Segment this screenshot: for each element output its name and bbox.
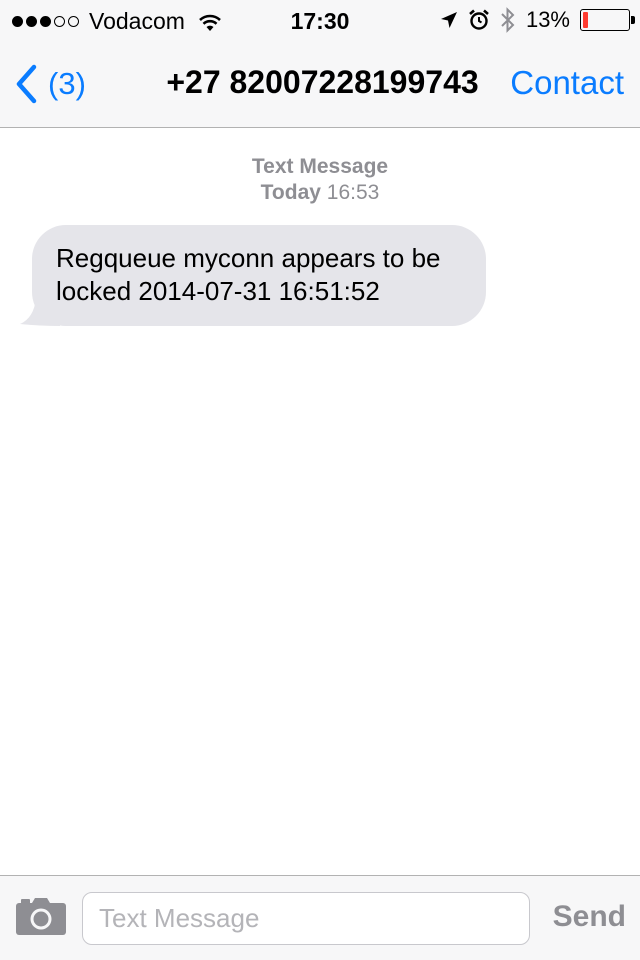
camera-icon[interactable] [15,896,67,936]
battery-percent: 13% [525,7,570,32]
top-bar: Vodacom 17:30 13% (3) +27 82007228199743… [0,0,640,128]
message-input[interactable] [82,892,530,945]
service-label: Text Message [251,155,389,178]
battery-icon [580,9,635,31]
bluetooth-icon [501,7,515,33]
message-timestamp-header: Text Message Today 16:53 [0,154,640,206]
battery-nub [631,16,635,24]
alarm-icon [469,9,489,30]
compose-bar: Send [0,875,640,960]
back-button[interactable]: (3) [14,64,86,104]
status-right: 13% [440,7,635,33]
navigation-bar: (3) +27 82007228199743 Contact [0,40,640,128]
unread-count: (3) [48,66,86,101]
message-day: Today [260,181,321,204]
message-time: 16:53 [326,181,380,204]
message-bubble[interactable]: Regqueue myconn appears to be locked 201… [32,225,486,326]
status-bar: Vodacom 17:30 13% [0,0,640,40]
send-button[interactable]: Send [553,900,626,934]
message-list[interactable]: Text Message Today 16:53 Regqueue myconn… [0,129,640,875]
chevron-left-icon [16,64,37,104]
battery-fill [583,12,588,28]
message-incoming[interactable]: Regqueue myconn appears to be locked 201… [20,225,486,326]
location-arrow-icon [440,12,457,28]
contact-button[interactable]: Contact [510,64,624,102]
conversation-title: +27 82007228199743 [166,64,479,100]
